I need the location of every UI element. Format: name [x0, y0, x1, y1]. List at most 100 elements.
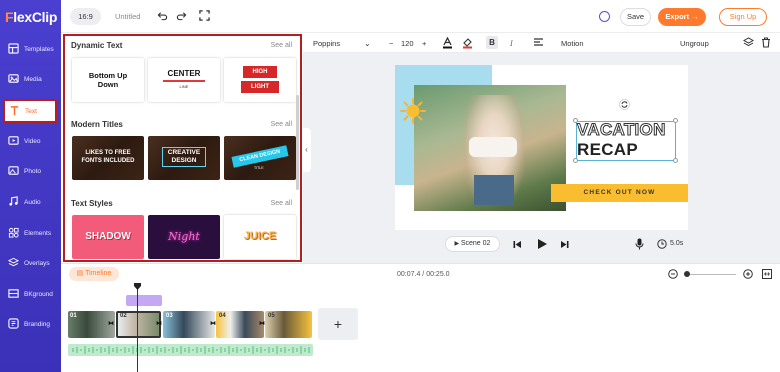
text-template-card[interactable]: CENTER LINE [148, 58, 220, 102]
card-text: TITLE [254, 166, 264, 170]
delete-icon[interactable] [761, 37, 771, 48]
sidebar-item-audio[interactable]: Audio [3, 191, 59, 215]
scene-photo[interactable] [414, 85, 566, 211]
resize-handle[interactable] [673, 118, 678, 123]
sidebar-item-photo[interactable]: Photo [3, 160, 59, 184]
save-button[interactable]: Save [620, 8, 651, 26]
motion-button[interactable]: Motion [561, 39, 584, 48]
chevron-down-icon[interactable]: ⌄ [364, 39, 371, 48]
align-icon[interactable] [533, 38, 544, 48]
card-text: DESIGN [171, 157, 197, 164]
clip-number: 01 [70, 313, 77, 319]
add-scene-button[interactable]: + [318, 308, 358, 340]
card-text: CLEAN DESIGN [231, 145, 289, 168]
sidebar-item-branding[interactable]: Branding [3, 313, 59, 337]
zoom-slider-track[interactable] [684, 274, 736, 275]
bold-button[interactable]: B [486, 36, 498, 49]
section-title-dynamic-text: Dynamic Text [71, 41, 123, 50]
text-template-card[interactable]: CLEAN DESIGN TITLE [224, 136, 296, 180]
text-template-card[interactable]: HIGH LIGHT [224, 58, 296, 102]
italic-button[interactable]: I [510, 39, 513, 48]
zoom-out-icon[interactable] [668, 269, 678, 279]
font-size-value[interactable]: 120 [401, 39, 414, 48]
resize-handle[interactable] [573, 118, 578, 123]
timeline-toggle[interactable]: ▤ Timeline [69, 267, 119, 281]
sidebar-item-overlays[interactable]: Overlays [3, 252, 59, 276]
clip-number: 04 [219, 313, 226, 319]
resize-handle[interactable] [673, 158, 678, 163]
undo-icon[interactable] [157, 10, 168, 21]
media-icon [8, 74, 19, 83]
sidebar-item-text[interactable]: Text [3, 99, 57, 123]
playhead[interactable] [137, 283, 138, 372]
sidebar-item-label: Templates [24, 46, 54, 53]
clip-number: 03 [166, 313, 173, 319]
card-text: LINE [179, 83, 189, 89]
microphone-icon[interactable] [635, 238, 644, 250]
sun-sticker[interactable] [400, 98, 426, 124]
sidebar-item-label: Video [24, 138, 41, 145]
audio-track[interactable] [68, 344, 313, 356]
transition-icon[interactable]: ⧓ [156, 320, 162, 327]
see-all-link[interactable]: See all [271, 200, 292, 207]
aspect-ratio-button[interactable]: 16:9 [70, 8, 101, 25]
layers-icon[interactable] [743, 37, 754, 48]
transition-icon[interactable]: ⧓ [108, 320, 114, 327]
scene-play-button[interactable]: ▶ Scene 02 [445, 236, 500, 252]
text-template-card[interactable]: SHADOW [72, 215, 144, 259]
sidebar-item-elements[interactable]: Elements [3, 222, 59, 246]
transition-icon[interactable]: ⧓ [259, 320, 265, 327]
sidebar-item-label: Media [24, 76, 42, 83]
selected-text-box[interactable]: VACATION RECAP [576, 120, 676, 161]
sidebar-item-media[interactable]: Media [3, 68, 59, 92]
panel-scrollbar[interactable] [296, 95, 299, 190]
cta-banner[interactable]: CHECK OUT NOW [551, 184, 688, 202]
previous-icon[interactable] [513, 240, 522, 249]
timeline-icon: ▤ [76, 270, 86, 277]
transition-icon[interactable]: ⧓ [210, 320, 216, 327]
text-template-card[interactable]: Bottom Up Down [72, 58, 144, 102]
scene-duration[interactable]: 5.0s [670, 240, 683, 247]
text-template-card[interactable]: JUICE [224, 215, 296, 259]
see-all-link[interactable]: See all [271, 121, 292, 128]
text-icon [10, 106, 19, 116]
flexclip-logo[interactable]: FlexClip [5, 9, 57, 25]
fit-timeline-icon[interactable] [762, 269, 772, 279]
playhead-marker-icon[interactable] [134, 283, 141, 290]
chat-icon[interactable] [599, 11, 610, 22]
sidebar-item-background[interactable]: BKground [3, 283, 59, 307]
font-family-select[interactable]: Poppins [313, 39, 340, 48]
text-layer-clip[interactable] [126, 295, 162, 306]
sign-up-button[interactable]: Sign Up [719, 8, 767, 26]
headline-line-2: RECAP [577, 140, 639, 159]
rotate-handle-icon[interactable] [619, 99, 630, 110]
redo-icon[interactable] [176, 10, 187, 21]
text-color-icon[interactable] [442, 37, 453, 49]
export-button[interactable]: Export → [658, 8, 706, 26]
fullscreen-icon[interactable] [199, 10, 210, 21]
card-text: Down [97, 80, 119, 89]
text-template-card[interactable]: Night [148, 215, 220, 259]
sidebar-item-templates[interactable]: Templates [3, 38, 59, 62]
see-all-link[interactable]: See all [271, 42, 292, 49]
overlays-icon [8, 257, 19, 267]
resize-handle[interactable] [573, 158, 578, 163]
collapse-panel-handle[interactable]: ‹ [302, 128, 311, 172]
project-title[interactable]: Untitled [115, 12, 140, 21]
zoom-slider-thumb[interactable] [684, 271, 690, 277]
scene-number: 02 [482, 240, 491, 247]
highlight-color-icon[interactable] [462, 37, 473, 49]
sidebar-item-label: BKground [24, 291, 53, 298]
font-size-increase[interactable]: + [422, 39, 426, 48]
clip-number: 05 [268, 313, 275, 319]
text-template-card[interactable]: CREATIVE DESIGN [148, 136, 220, 180]
sidebar-item-video[interactable]: Video [3, 130, 59, 154]
play-icon[interactable] [536, 238, 548, 250]
zoom-in-icon[interactable] [743, 269, 753, 279]
ungroup-button[interactable]: Ungroup [680, 39, 709, 48]
templates-icon [8, 43, 19, 54]
card-text: FONTS INCLUDED [81, 158, 135, 164]
font-size-decrease[interactable]: − [389, 39, 393, 48]
next-icon[interactable] [560, 240, 569, 249]
text-template-card[interactable]: LIKES TO FREE FONTS INCLUDED [72, 136, 144, 180]
